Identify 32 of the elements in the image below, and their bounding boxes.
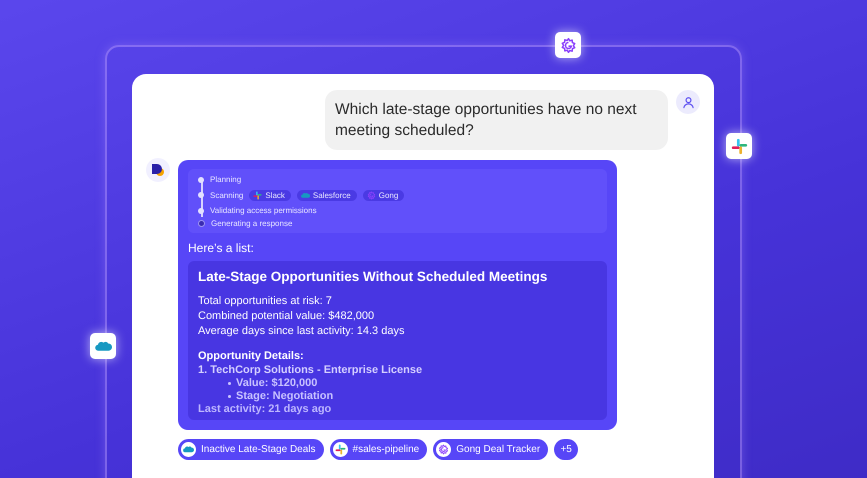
list-item: 1. TechCorp Solutions - Enterprise License bbox=[198, 363, 424, 377]
stat-line: Combined potential value: $482,000 bbox=[198, 309, 376, 324]
pinwheel-icon bbox=[253, 190, 262, 200]
cloud-icon bbox=[300, 190, 310, 200]
starburst-icon bbox=[560, 36, 576, 54]
more-button[interactable]: +5 bbox=[554, 439, 578, 460]
starburst-icon bbox=[366, 190, 376, 200]
user-avatar bbox=[676, 90, 700, 114]
section-heading: Opportunity Details: bbox=[198, 349, 305, 363]
stat-line: Total opportunities at risk: 7 bbox=[198, 294, 333, 309]
pinwheel-icon bbox=[334, 444, 346, 455]
chip-label: Slack bbox=[265, 190, 285, 200]
card-title: Late-Stage Opportunities Without Scheduled Meetings bbox=[198, 269, 548, 284]
source-tag[interactable]: Gong Deal Tracker bbox=[433, 439, 548, 460]
step-label: Planning bbox=[210, 175, 242, 184]
pinwheel-icon bbox=[730, 138, 748, 154]
step-label: Validating access permissions bbox=[210, 206, 317, 215]
stat-line: Average days since last activity: 14.3 days bbox=[198, 324, 406, 339]
user-message: Which late-stage opportunities have no next meeting scheduled? bbox=[325, 90, 668, 150]
starburst-icon bbox=[438, 444, 450, 455]
bullet-item: Stage: Negotiation bbox=[228, 390, 334, 403]
intro-text: Here’s a list: bbox=[188, 241, 255, 255]
chip-label: Gong bbox=[378, 190, 398, 200]
bullet-item: Value: $120,000 bbox=[228, 377, 318, 390]
assistant-avatar bbox=[146, 158, 170, 182]
step-label: Scanning bbox=[210, 190, 244, 200]
source-tag[interactable]: #sales-pipeline bbox=[330, 439, 428, 460]
step-label: Generating a response bbox=[211, 219, 292, 228]
detail-line: Last activity: 21 days ago bbox=[198, 403, 332, 416]
chip-label: Salesforce bbox=[312, 190, 351, 200]
source-tag[interactable]: Inactive Late-Stage Deals bbox=[178, 439, 324, 460]
cloud-icon bbox=[183, 444, 194, 455]
